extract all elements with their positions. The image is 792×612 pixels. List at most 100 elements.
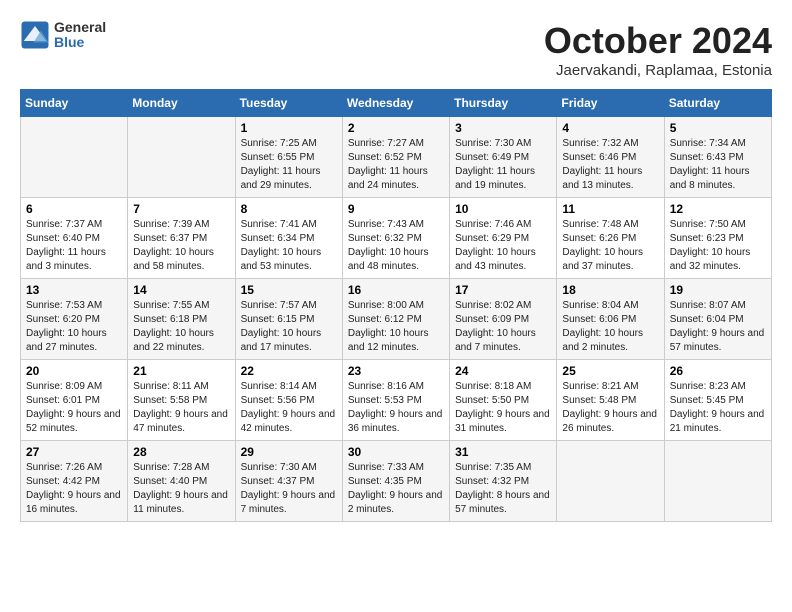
day-info: Sunrise: 7:39 AMSunset: 6:37 PMDaylight:… <box>133 218 229 274</box>
day-number: 17 <box>455 283 551 297</box>
day-number: 31 <box>455 445 551 459</box>
table-row: 4 Sunrise: 7:32 AMSunset: 6:46 PMDaylight… <box>557 117 664 198</box>
table-row: 16Sunrise: 8:00 AMSunset: 6:12 PMDayligh… <box>342 279 449 360</box>
calendar-body: 1 Sunrise: 7:25 AMSunset: 6:55 PMDaylight… <box>21 117 772 522</box>
day-number: 3 <box>455 121 551 135</box>
day-info: Sunrise: 8:18 AMSunset: 5:50 PMDaylight:… <box>455 380 551 436</box>
day-number: 30 <box>348 445 444 459</box>
day-number: 6 <box>26 202 122 216</box>
table-row: 7 Sunrise: 7:39 AMSunset: 6:37 PMDaylight… <box>128 198 235 279</box>
day-info: Sunrise: 7:46 AMSunset: 6:29 PMDaylight:… <box>455 218 551 274</box>
day-number: 22 <box>241 364 337 378</box>
table-row: 20Sunrise: 8:09 AMSunset: 6:01 PMDayligh… <box>21 360 128 441</box>
day-info: Sunrise: 7:35 AMSunset: 4:32 PMDaylight:… <box>455 461 551 517</box>
table-row: 1 Sunrise: 7:25 AMSunset: 6:55 PMDaylight… <box>235 117 342 198</box>
table-row: 12 Sunrise: 7:50 AMSunset: 6:23 PMDayligh… <box>664 198 771 279</box>
day-info: Sunrise: 8:02 AMSunset: 6:09 PMDaylight:… <box>455 299 551 355</box>
day-number: 25 <box>562 364 658 378</box>
logo-blue: Blue <box>54 35 106 50</box>
table-row: 23Sunrise: 8:16 AMSunset: 5:53 PMDayligh… <box>342 360 449 441</box>
day-info: Sunrise: 7:27 AMSunset: 6:52 PMDaylight:… <box>348 137 444 193</box>
day-info: Sunrise: 8:14 AMSunset: 5:56 PMDaylight:… <box>241 380 337 436</box>
month-title: October 2024 <box>544 20 772 62</box>
header-saturday: Saturday <box>664 90 771 117</box>
day-info: Sunrise: 7:26 AMSunset: 4:42 PMDaylight:… <box>26 461 122 517</box>
day-number: 1 <box>241 121 337 135</box>
table-row: 10 Sunrise: 7:46 AMSunset: 6:29 PMDayligh… <box>450 198 557 279</box>
day-number: 7 <box>133 202 229 216</box>
table-row: 30 Sunrise: 7:33 AMSunset: 4:35 PMDayligh… <box>342 441 449 522</box>
day-number: 9 <box>348 202 444 216</box>
day-number: 20 <box>26 364 122 378</box>
day-info: Sunrise: 8:23 AMSunset: 5:45 PMDaylight:… <box>670 380 766 436</box>
table-row: 29Sunrise: 7:30 AMSunset: 4:37 PMDayligh… <box>235 441 342 522</box>
day-number: 13 <box>26 283 122 297</box>
day-number: 4 <box>562 121 658 135</box>
table-row <box>664 441 771 522</box>
header-wednesday: Wednesday <box>342 90 449 117</box>
day-number: 5 <box>670 121 766 135</box>
calendar-header: Sunday Monday Tuesday Wednesday Thursday… <box>21 90 772 117</box>
table-row: 15 Sunrise: 7:57 AMSunset: 6:15 PMDayligh… <box>235 279 342 360</box>
day-number: 27 <box>26 445 122 459</box>
table-row <box>21 117 128 198</box>
day-number: 2 <box>348 121 444 135</box>
table-row <box>557 441 664 522</box>
day-info: Sunrise: 7:33 AMSunset: 4:35 PMDaylight:… <box>348 461 444 517</box>
title-block: October 2024 Jaervakandi, Raplamaa, Esto… <box>544 20 772 79</box>
day-info: Sunrise: 7:37 AMSunset: 6:40 PMDaylight:… <box>26 218 122 274</box>
table-row: 6 Sunrise: 7:37 AMSunset: 6:40 PMDaylight… <box>21 198 128 279</box>
day-number: 24 <box>455 364 551 378</box>
header-sunday: Sunday <box>21 90 128 117</box>
day-number: 10 <box>455 202 551 216</box>
day-info: Sunrise: 7:41 AMSunset: 6:34 PMDaylight:… <box>241 218 337 274</box>
table-row: 22 Sunrise: 8:14 AMSunset: 5:56 PMDayligh… <box>235 360 342 441</box>
table-row: 19 Sunrise: 8:07 AMSunset: 6:04 PMDayligh… <box>664 279 771 360</box>
day-number: 18 <box>562 283 658 297</box>
header-friday: Friday <box>557 90 664 117</box>
table-row: 26Sunrise: 8:23 AMSunset: 5:45 PMDayligh… <box>664 360 771 441</box>
table-row: 13 Sunrise: 7:53 AMSunset: 6:20 PMDayligh… <box>21 279 128 360</box>
day-info: Sunrise: 8:04 AMSunset: 6:06 PMDaylight:… <box>562 299 658 355</box>
table-row <box>128 117 235 198</box>
location-subtitle: Jaervakandi, Raplamaa, Estonia <box>544 62 772 79</box>
day-number: 29 <box>241 445 337 459</box>
day-number: 28 <box>133 445 229 459</box>
day-number: 12 <box>670 202 766 216</box>
table-row: 8Sunrise: 7:41 AMSunset: 6:34 PMDaylight… <box>235 198 342 279</box>
table-row: 21Sunrise: 8:11 AMSunset: 5:58 PMDayligh… <box>128 360 235 441</box>
day-info: Sunrise: 7:55 AMSunset: 6:18 PMDaylight:… <box>133 299 229 355</box>
logo-icon <box>20 20 50 50</box>
table-row: 2 Sunrise: 7:27 AMSunset: 6:52 PMDaylight… <box>342 117 449 198</box>
logo-general: General <box>54 20 106 35</box>
table-row: 3 Sunrise: 7:30 AMSunset: 6:49 PMDaylight… <box>450 117 557 198</box>
day-number: 19 <box>670 283 766 297</box>
table-row: 31 Sunrise: 7:35 AMSunset: 4:32 PMDayligh… <box>450 441 557 522</box>
day-info: Sunrise: 7:32 AMSunset: 6:46 PMDaylight:… <box>562 137 658 193</box>
table-row: 28Sunrise: 7:28 AMSunset: 4:40 PMDayligh… <box>128 441 235 522</box>
table-row: 5 Sunrise: 7:34 AMSunset: 6:43 PMDaylight… <box>664 117 771 198</box>
table-row: 25Sunrise: 8:21 AMSunset: 5:48 PMDayligh… <box>557 360 664 441</box>
day-info: Sunrise: 7:57 AMSunset: 6:15 PMDaylight:… <box>241 299 337 355</box>
day-number: 11 <box>562 202 658 216</box>
table-row: 18 Sunrise: 8:04 AMSunset: 6:06 PMDayligh… <box>557 279 664 360</box>
table-row: 14 Sunrise: 7:55 AMSunset: 6:18 PMDayligh… <box>128 279 235 360</box>
day-number: 15 <box>241 283 337 297</box>
logo-text: General Blue <box>54 20 106 51</box>
table-row: 24 Sunrise: 8:18 AMSunset: 5:50 PMDayligh… <box>450 360 557 441</box>
day-info: Sunrise: 7:34 AMSunset: 6:43 PMDaylight:… <box>670 137 766 193</box>
table-row: 17 Sunrise: 8:02 AMSunset: 6:09 PMDayligh… <box>450 279 557 360</box>
day-info: Sunrise: 8:07 AMSunset: 6:04 PMDaylight:… <box>670 299 766 355</box>
table-row: 11 Sunrise: 7:48 AMSunset: 6:26 PMDayligh… <box>557 198 664 279</box>
day-info: Sunrise: 7:25 AMSunset: 6:55 PMDaylight:… <box>241 137 337 193</box>
day-info: Sunrise: 7:50 AMSunset: 6:23 PMDaylight:… <box>670 218 766 274</box>
day-info: Sunrise: 7:53 AMSunset: 6:20 PMDaylight:… <box>26 299 122 355</box>
header-monday: Monday <box>128 90 235 117</box>
day-info: Sunrise: 8:11 AMSunset: 5:58 PMDaylight:… <box>133 380 229 436</box>
day-info: Sunrise: 8:00 AMSunset: 6:12 PMDaylight:… <box>348 299 444 355</box>
table-row: 27 Sunrise: 7:26 AMSunset: 4:42 PMDayligh… <box>21 441 128 522</box>
day-info: Sunrise: 7:48 AMSunset: 6:26 PMDaylight:… <box>562 218 658 274</box>
day-number: 14 <box>133 283 229 297</box>
day-info: Sunrise: 7:30 AMSunset: 6:49 PMDaylight:… <box>455 137 551 193</box>
table-row: 9Sunrise: 7:43 AMSunset: 6:32 PMDaylight… <box>342 198 449 279</box>
